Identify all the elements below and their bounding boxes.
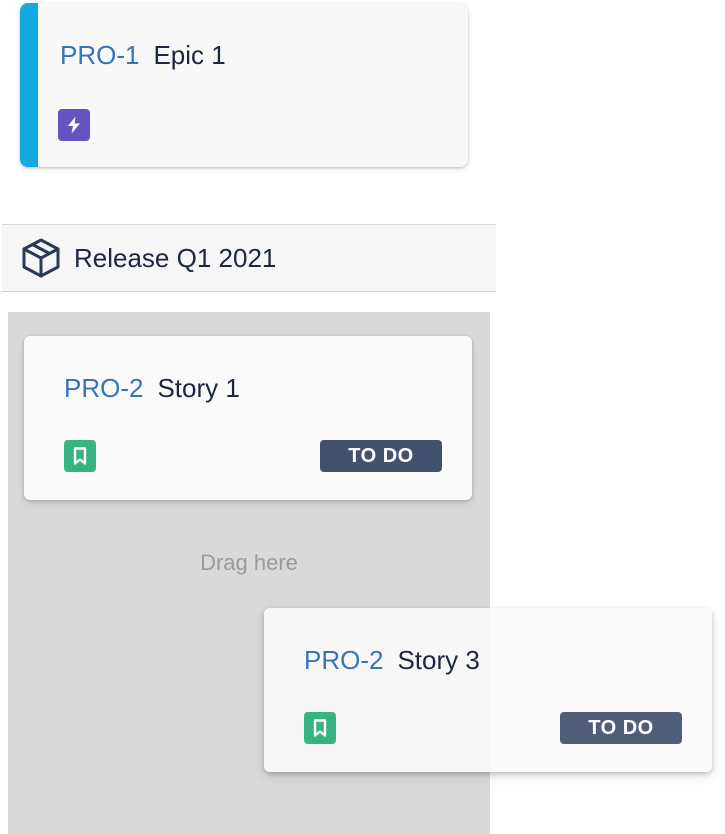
story-card-dragging[interactable]: PRO-2 Story 3 TO DO (264, 608, 712, 772)
bookmark-icon (304, 712, 336, 744)
lightning-bolt-icon (58, 109, 90, 141)
story-summary: Story 1 (157, 373, 240, 403)
board-canvas: PRO-1 Epic 1 Release Q1 2021 Drag here PR… (0, 0, 725, 834)
drag-here-hint: Drag here (200, 550, 298, 575)
story-title: PRO-2 Story 1 (64, 373, 240, 403)
epic-issue-key[interactable]: PRO-1 (60, 40, 139, 70)
bookmark-icon (64, 440, 96, 472)
story-issue-key[interactable]: PRO-2 (304, 645, 383, 675)
box-package-icon (22, 238, 60, 278)
epic-summary: Epic 1 (153, 40, 226, 70)
story-issue-key[interactable]: PRO-2 (64, 373, 143, 403)
story-title: PRO-2 Story 3 (304, 645, 480, 675)
release-title: Release Q1 2021 (74, 243, 277, 273)
status-badge[interactable]: TO DO (320, 440, 442, 472)
epic-card[interactable]: PRO-1 Epic 1 (20, 3, 468, 167)
epic-title: PRO-1 Epic 1 (60, 40, 226, 70)
release-header[interactable]: Release Q1 2021 (2, 224, 496, 292)
epic-color-bar (20, 3, 38, 167)
story-card-1[interactable]: PRO-2 Story 1 TO DO (24, 336, 472, 500)
story-summary: Story 3 (397, 645, 480, 675)
status-badge[interactable]: TO DO (560, 712, 682, 744)
